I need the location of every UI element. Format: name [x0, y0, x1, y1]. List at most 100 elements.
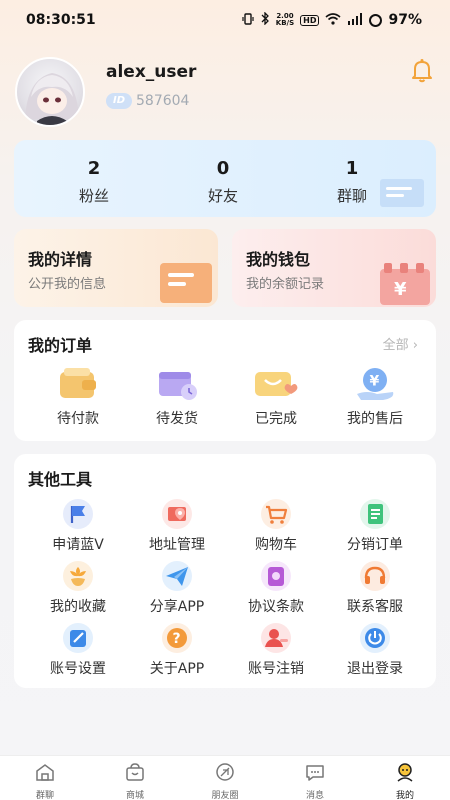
tab-messages-label: 消息	[305, 791, 324, 800]
order-completed-label: 已完成	[255, 411, 297, 427]
tool-address-management-label: 地址管理	[149, 537, 205, 553]
avatar[interactable]	[15, 57, 85, 127]
battery-percent: 97%	[388, 12, 422, 28]
tool-apply-blue-v[interactable]: 申请蓝V	[28, 498, 128, 554]
cart-icon	[261, 499, 291, 529]
net-speed-unit: KB/S	[275, 19, 295, 27]
tool-account-settings[interactable]: 账号设置	[28, 622, 128, 678]
paper-plane-icon	[162, 561, 192, 591]
stat-fans-count: 2	[87, 158, 101, 179]
tool-distribution-orders-label: 分销订单	[347, 537, 403, 553]
smile-card-icon	[255, 372, 298, 396]
tab-group-chat-label: 群聊	[35, 791, 54, 800]
tool-account-cancellation-label: 账号注销	[248, 661, 304, 677]
tool-distribution-orders[interactable]: 分销订单	[325, 498, 425, 554]
svg-text:¥: ¥	[394, 279, 407, 300]
profile-icon	[397, 763, 413, 782]
net-speed: 2.00 KB/S	[276, 13, 294, 27]
edit-icon	[63, 623, 93, 653]
chat-bubble-decoration-icon	[380, 179, 424, 207]
tool-share-app[interactable]: 分享APP	[127, 560, 227, 616]
orders-view-all-label: 全部	[382, 338, 409, 353]
vibrate-icon	[242, 12, 254, 28]
tool-shopping-cart-label: 购物车	[255, 537, 297, 553]
home-icon	[36, 764, 54, 781]
status-time: 08:30:51	[26, 12, 96, 28]
tool-agreement-terms[interactable]: 协议条款	[226, 560, 326, 616]
tab-me[interactable]: 我的	[360, 762, 450, 800]
order-pending-payment-label: 待付款	[57, 411, 99, 427]
tab-moments[interactable]: 朋友圈	[180, 762, 270, 800]
tools-panel: 其他工具 申请蓝V 地址管理 购物车 分销订单 我的收藏 分享APP 协议条款 …	[14, 454, 436, 688]
my-details-card[interactable]: 我的详情 公开我的信息	[14, 229, 218, 307]
my-details-subtitle: 公开我的信息	[28, 277, 107, 292]
stat-fans[interactable]: 2 粉丝	[44, 158, 144, 206]
bottom-tab-bar: 群聊 商城 朋友圈 消息 我的	[0, 755, 450, 800]
orders-title: 我的订单	[28, 336, 93, 355]
tool-contact-support[interactable]: 联系客服	[325, 560, 425, 616]
chevron-right-icon: ›	[412, 338, 418, 353]
headset-icon	[360, 561, 390, 591]
orders-panel: 我的订单 全部 › 待付款 待发货 已完成 ¥ 我的售后	[14, 320, 436, 441]
wallet-icon	[60, 368, 96, 398]
tool-my-favorites[interactable]: 我的收藏	[28, 560, 128, 616]
avatar-image	[25, 73, 79, 125]
tool-account-cancellation[interactable]: 账号注销	[226, 622, 326, 678]
order-completed[interactable]: 已完成	[226, 364, 326, 428]
wallet-yen-icon: ¥	[380, 263, 430, 305]
my-wallet-title: 我的钱包	[246, 250, 311, 269]
svg-text:?: ?	[173, 631, 181, 647]
power-icon	[360, 623, 390, 653]
signal-icon	[347, 12, 363, 28]
order-pending-shipment[interactable]: 待发货	[127, 364, 227, 428]
agreement-icon	[261, 561, 291, 591]
tool-shopping-cart[interactable]: 购物车	[226, 498, 326, 554]
stat-friends-count: 0	[216, 158, 230, 179]
tool-about-app-label: 关于APP	[149, 661, 205, 677]
orders-view-all[interactable]: 全部 ›	[383, 334, 418, 353]
my-details-title: 我的详情	[28, 250, 93, 269]
feather-icon	[216, 763, 234, 781]
order-after-sales[interactable]: ¥ 我的售后	[325, 364, 425, 428]
tab-me-label: 我的	[395, 791, 414, 800]
user-id: 587604	[136, 93, 190, 109]
status-icons: 2.00 KB/S HD 97%	[242, 11, 422, 28]
wifi-icon	[325, 12, 342, 28]
chat-icon	[306, 765, 324, 781]
order-pending-shipment-label: 待发货	[156, 411, 198, 427]
stat-friends-label: 好友	[207, 187, 238, 205]
my-wallet-card[interactable]: 我的钱包 我的余额记录 ¥	[232, 229, 436, 307]
my-wallet-subtitle: 我的余额记录	[246, 277, 325, 292]
tool-address-management[interactable]: 地址管理	[127, 498, 227, 554]
battery-icon	[369, 13, 383, 27]
tab-messages[interactable]: 消息	[270, 762, 360, 800]
tab-shop[interactable]: 商城	[90, 762, 180, 800]
order-after-sales-label: 我的售后	[347, 411, 403, 427]
bell-icon[interactable]	[408, 56, 436, 84]
tool-account-settings-label: 账号设置	[50, 661, 106, 677]
shop-bag-icon	[126, 763, 144, 781]
tool-share-app-label: 分享APP	[149, 599, 205, 615]
tool-about-app[interactable]: ? 关于APP	[127, 622, 227, 678]
document-list-icon	[360, 499, 390, 529]
user-remove-icon	[261, 623, 291, 653]
question-icon: ?	[162, 623, 192, 653]
hd-badge: HD	[300, 14, 320, 26]
svg-text:¥: ¥	[370, 374, 380, 390]
calendar-clock-icon	[159, 372, 197, 400]
stats-card: 2 粉丝 0 好友 1 群聊	[14, 140, 436, 217]
tool-agreement-terms-label: 协议条款	[248, 599, 304, 615]
tab-group-chat[interactable]: 群聊	[0, 762, 90, 800]
stat-fans-label: 粉丝	[78, 187, 109, 205]
tool-logout-label: 退出登录	[347, 661, 403, 677]
id-badge: ID	[106, 93, 132, 109]
tab-shop-label: 商城	[125, 791, 144, 800]
tool-logout[interactable]: 退出登录	[325, 622, 425, 678]
username: alex_user	[106, 62, 197, 82]
message-card-icon	[160, 263, 212, 303]
tool-my-favorites-label: 我的收藏	[50, 599, 106, 615]
yen-hand-icon: ¥	[357, 368, 394, 400]
stat-friends[interactable]: 0 好友	[173, 158, 273, 206]
order-pending-payment[interactable]: 待付款	[28, 364, 128, 428]
flag-icon	[63, 499, 93, 529]
